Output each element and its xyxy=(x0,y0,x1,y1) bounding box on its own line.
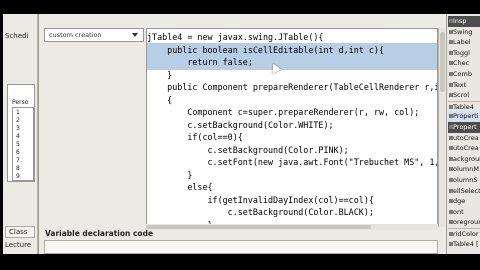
inspector-item[interactable]: Toggl xyxy=(448,48,480,59)
tab-class[interactable]: Class xyxy=(5,226,35,238)
chevron-down-icon[interactable] xyxy=(132,33,138,37)
designer-panel: Schedi Perso 123456789 Class Lecture xyxy=(3,14,38,254)
inspector-item-label: Swing xyxy=(453,27,473,36)
inspector-item[interactable]: Insp xyxy=(448,16,480,27)
tab-schedule[interactable]: Schedi xyxy=(5,32,28,40)
code-section-combo[interactable]: custom creation xyxy=(44,28,144,42)
declaration-code-field[interactable] xyxy=(44,240,438,254)
bottom-letterbox xyxy=(0,254,480,270)
node-icon xyxy=(449,156,453,161)
inspector-item-label: dge xyxy=(453,197,466,206)
inspector-item-label: Table4 [ xyxy=(453,239,479,248)
node-icon xyxy=(449,114,453,119)
inspector-item-label: Label xyxy=(453,38,471,47)
node-icon xyxy=(449,93,453,98)
node-icon xyxy=(449,50,453,55)
tab-lecture[interactable]: Lecture xyxy=(5,241,31,249)
inspector-item-label: Scrol xyxy=(453,91,470,100)
inspector-item[interactable]: utoCrea xyxy=(448,143,480,154)
row-number: 1 xyxy=(16,109,20,116)
row-number: 6 xyxy=(16,149,20,156)
row-number: 4 xyxy=(16,133,20,140)
editor-horizontal-scrollbar[interactable] xyxy=(146,224,438,230)
inspector-item[interactable]: ont xyxy=(448,207,480,218)
inspector-item[interactable]: olumnM xyxy=(448,164,480,175)
inspector-item[interactable]: dge xyxy=(448,196,480,207)
node-icon xyxy=(449,72,453,76)
row-number: 3 xyxy=(16,125,20,132)
inspector-item-label: olumnM xyxy=(453,165,479,174)
code-customizer-dialog: custom creation jTable4 = new javax.swin… xyxy=(38,14,446,254)
inspector-item[interactable]: Comb xyxy=(448,69,480,80)
inspector-item-label: ont xyxy=(453,207,464,216)
node-icon xyxy=(449,241,453,246)
table-preview[interactable]: Perso 123456789 xyxy=(7,84,35,182)
inspector-item[interactable]: Swing xyxy=(448,27,480,38)
table-header-person: Perso xyxy=(12,99,29,106)
node-icon xyxy=(449,220,453,225)
top-letterbox xyxy=(0,0,480,14)
node-icon xyxy=(449,146,453,151)
editor-vertical-scrollbar[interactable] xyxy=(438,28,445,227)
node-icon xyxy=(449,19,453,23)
inspector-item-label: utoCrea xyxy=(453,144,479,153)
inspector-item[interactable]: olumnS xyxy=(448,175,480,186)
inspector-item-label: Text xyxy=(453,80,467,89)
inspector-item-label: utoCrea xyxy=(453,133,479,142)
inspector-item-label: oregroun xyxy=(453,218,480,227)
node-icon xyxy=(449,199,453,204)
inspector-item-label: ellSelect xyxy=(453,186,480,195)
inspector-item[interactable]: Text xyxy=(448,80,480,91)
inspector-item[interactable]: ackgroun xyxy=(448,154,480,165)
inspector-item-label: Chec xyxy=(453,59,470,68)
node-icon xyxy=(449,167,453,172)
inspector-item[interactable]: Propert xyxy=(448,122,480,133)
row-number: 5 xyxy=(16,141,20,148)
scrollbar-thumb[interactable] xyxy=(440,32,445,92)
code-section-value: custom creation xyxy=(49,31,102,39)
node-icon xyxy=(449,209,453,214)
node-icon xyxy=(449,188,453,193)
inspector-item-label: Propert xyxy=(453,123,477,131)
inspector-item[interactable]: Chec xyxy=(448,58,480,69)
inspector-panel: Insp Swing Label Toggl Chec Comb Text Scrol Tabl… xyxy=(446,14,480,254)
inspector-item[interactable]: ridColor xyxy=(448,228,480,239)
inspector-item-label: Toggl xyxy=(453,48,470,57)
declaration-label: Variable declaration code xyxy=(45,229,154,238)
node-icon xyxy=(449,40,453,45)
inspector-item-label: Insp xyxy=(453,17,467,25)
inspector-item[interactable]: utoCrea xyxy=(448,133,480,144)
inspector-item-label: Properti xyxy=(453,112,479,121)
node-icon xyxy=(449,135,453,140)
inspector-item[interactable]: Scrol xyxy=(448,90,480,101)
inspector-item-label: Comb xyxy=(453,70,472,78)
inspector-item[interactable]: Label xyxy=(448,37,480,48)
inspector-item[interactable]: oregroun xyxy=(448,217,480,228)
inspector-item-label: Table4 xyxy=(453,102,474,111)
node-icon xyxy=(449,178,453,182)
row-number: 9 xyxy=(16,173,20,180)
row-number: 2 xyxy=(16,117,20,124)
inspector-item-label: olumnS xyxy=(453,176,478,184)
inspector-item[interactable]: Table4 [ xyxy=(448,239,480,250)
inspector-item[interactable]: Properti xyxy=(448,111,480,123)
inspector-item-label: ackgroun xyxy=(453,154,480,163)
inspector-item[interactable]: Table4 xyxy=(448,100,480,112)
node-icon xyxy=(449,82,453,87)
inspector-item-label: ridColor xyxy=(453,230,479,238)
row-number: 8 xyxy=(16,165,20,172)
row-number: 7 xyxy=(16,157,20,164)
node-icon xyxy=(449,61,453,66)
node-icon xyxy=(449,104,453,109)
dialog-left-area xyxy=(44,44,144,230)
node-icon xyxy=(449,232,453,236)
code-editor[interactable]: jTable4 = new javax.swing.JTable(){ publ… xyxy=(146,28,438,227)
node-icon xyxy=(449,125,453,129)
inspector-item[interactable]: ellSelect xyxy=(448,186,480,197)
scrollbar-thumb[interactable] xyxy=(146,225,371,229)
node-icon xyxy=(449,29,453,34)
